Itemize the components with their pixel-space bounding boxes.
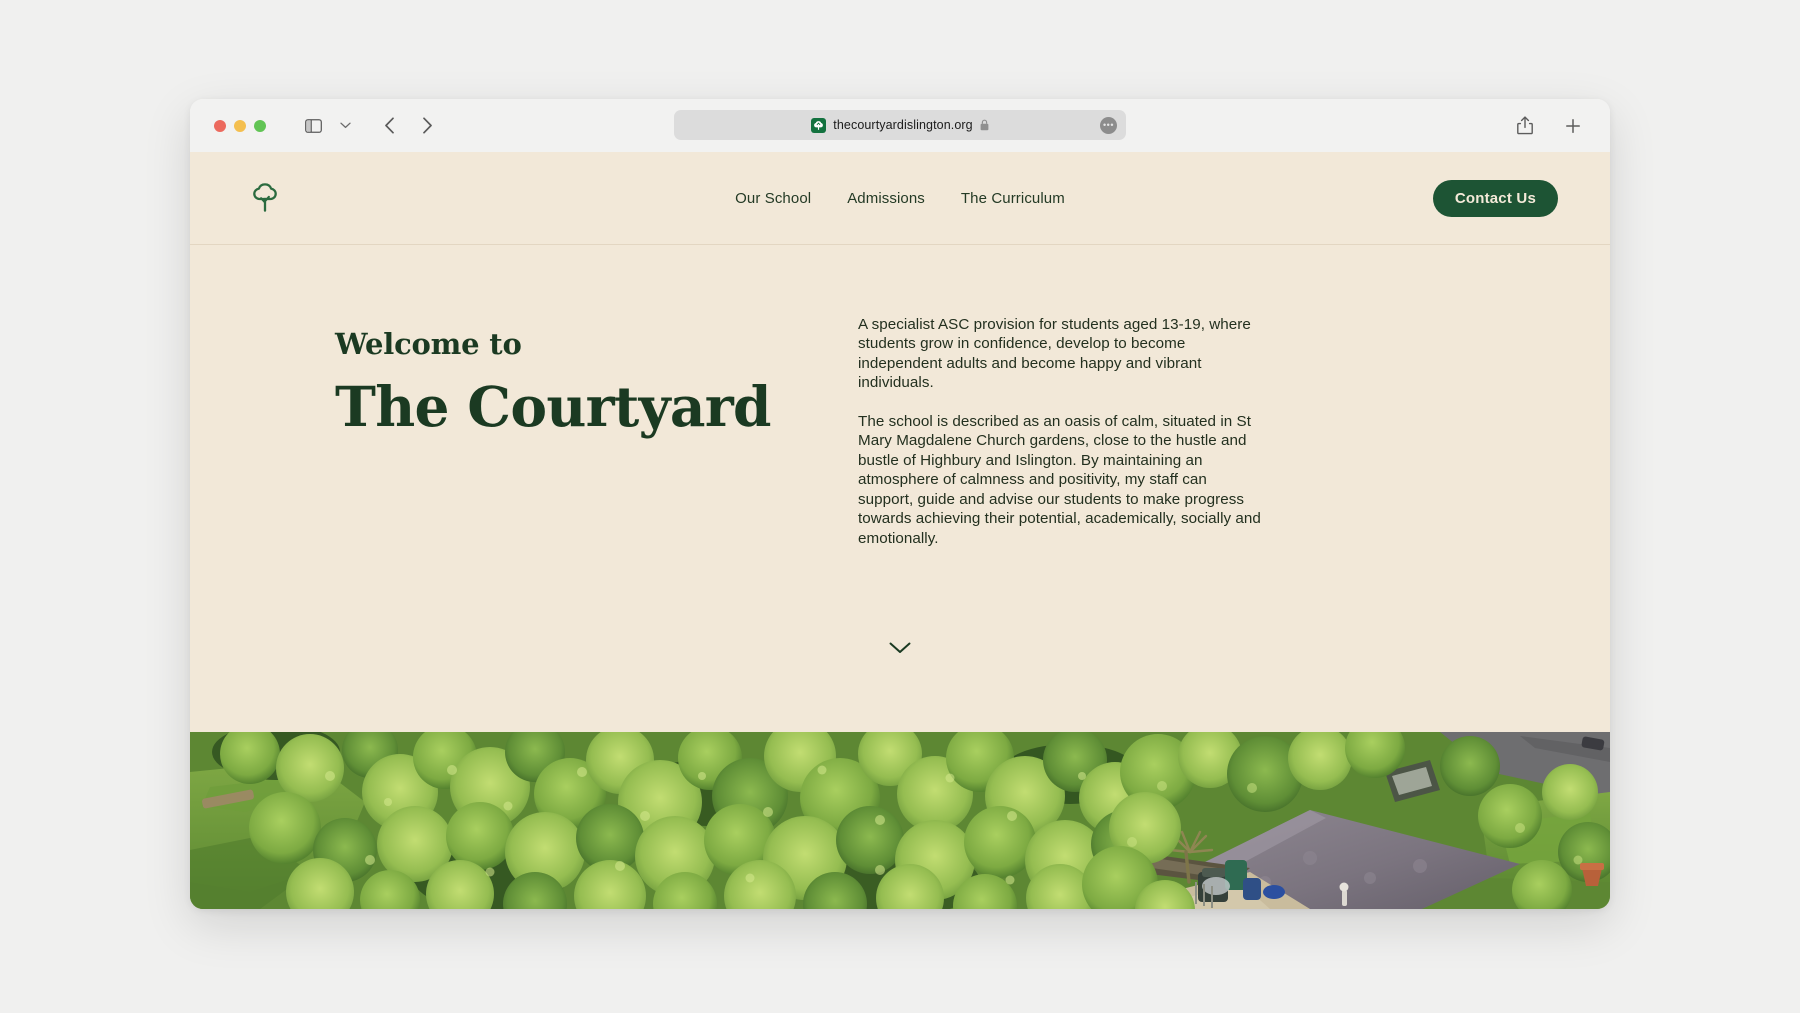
sidebar-dropdown-icon[interactable] — [330, 112, 360, 140]
browser-toolbar: thecourtyardislington.org ••• — [190, 99, 1610, 152]
address-bar[interactable]: thecourtyardislington.org ••• — [674, 110, 1126, 140]
address-bar-more-button[interactable]: ••• — [1100, 116, 1117, 134]
hero-body-block: A specialist ASC provision for students … — [858, 307, 1262, 685]
tree-favicon — [811, 117, 827, 133]
chevron-down-icon[interactable] — [885, 637, 915, 659]
hero-section: Welcome to The Courtyard A specialist AS… — [190, 245, 1610, 685]
nav-link-our-school[interactable]: Our School — [735, 190, 811, 207]
site-header: Our School Admissions The Curriculum Con… — [190, 152, 1610, 245]
page-title: The Courtyard — [335, 374, 772, 439]
sidebar-toggle-icon[interactable] — [298, 112, 328, 140]
lock-icon — [980, 119, 989, 131]
window-controls — [214, 119, 266, 132]
site-navigation: Our School Admissions The Curriculum — [735, 190, 1065, 207]
contact-us-button[interactable]: Contact Us — [1432, 179, 1558, 217]
share-icon[interactable] — [1510, 112, 1540, 140]
close-window-button[interactable] — [214, 119, 226, 132]
toolbar-right-actions — [1510, 112, 1592, 140]
nav-link-the-curriculum[interactable]: The Curriculum — [961, 190, 1065, 207]
hero-photo — [190, 732, 1610, 909]
navigation-controls — [374, 112, 442, 140]
back-button-icon[interactable] — [374, 112, 404, 140]
page-viewport: Our School Admissions The Curriculum Con… — [190, 152, 1610, 909]
aerial-canopy-illustration — [190, 732, 1610, 909]
forward-button-icon[interactable] — [412, 112, 442, 140]
hero-eyebrow: Welcome to — [335, 327, 522, 361]
hero-paragraph-2: The school is described as an oasis of c… — [858, 412, 1261, 547]
nav-link-admissions[interactable]: Admissions — [847, 190, 925, 207]
url-text: thecourtyardislington.org — [833, 118, 973, 132]
tree-logo[interactable] — [246, 179, 284, 217]
hero-heading-block: Welcome to The Courtyard — [230, 307, 790, 685]
minimize-window-button[interactable] — [234, 119, 246, 132]
zoom-window-button[interactable] — [254, 119, 266, 132]
new-tab-icon[interactable] — [1558, 112, 1588, 140]
browser-window: thecourtyardislington.org ••• Our School… — [190, 99, 1610, 909]
hero-paragraph-1: A specialist ASC provision for students … — [858, 316, 1251, 392]
sidebar-controls — [298, 112, 360, 140]
